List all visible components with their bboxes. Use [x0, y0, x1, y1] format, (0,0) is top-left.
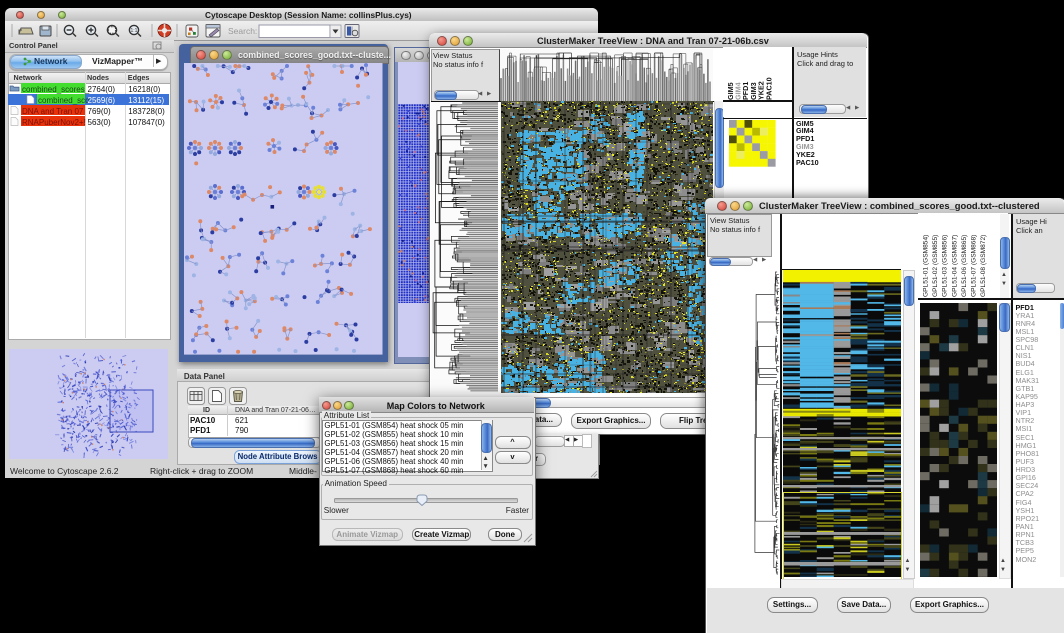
svg-text:Search:: Search: [228, 26, 257, 36]
svg-text:GPL51-04 (GSM857): GPL51-04 (GSM857) [951, 235, 958, 297]
svg-text:GPL51-06 (GSM865): GPL51-06 (GSM865) [961, 235, 968, 297]
svg-text:GPL51-01 (GSM854): GPL51-01 (GSM854) [923, 235, 930, 297]
svg-text:GPL51-07 (GSM868): GPL51-07 (GSM868) [971, 235, 978, 297]
svg-text:GPL51-08 (GSM872): GPL51-08 (GSM872) [980, 235, 987, 297]
svg-text:1:1: 1:1 [131, 28, 138, 34]
svg-text:GPL51-03 (GSM856): GPL51-03 (GSM856) [942, 235, 949, 297]
svg-text:GPL51-02 (GSM855): GPL51-02 (GSM855) [932, 235, 939, 297]
svg-text:PAC10: PAC10 [764, 77, 773, 100]
